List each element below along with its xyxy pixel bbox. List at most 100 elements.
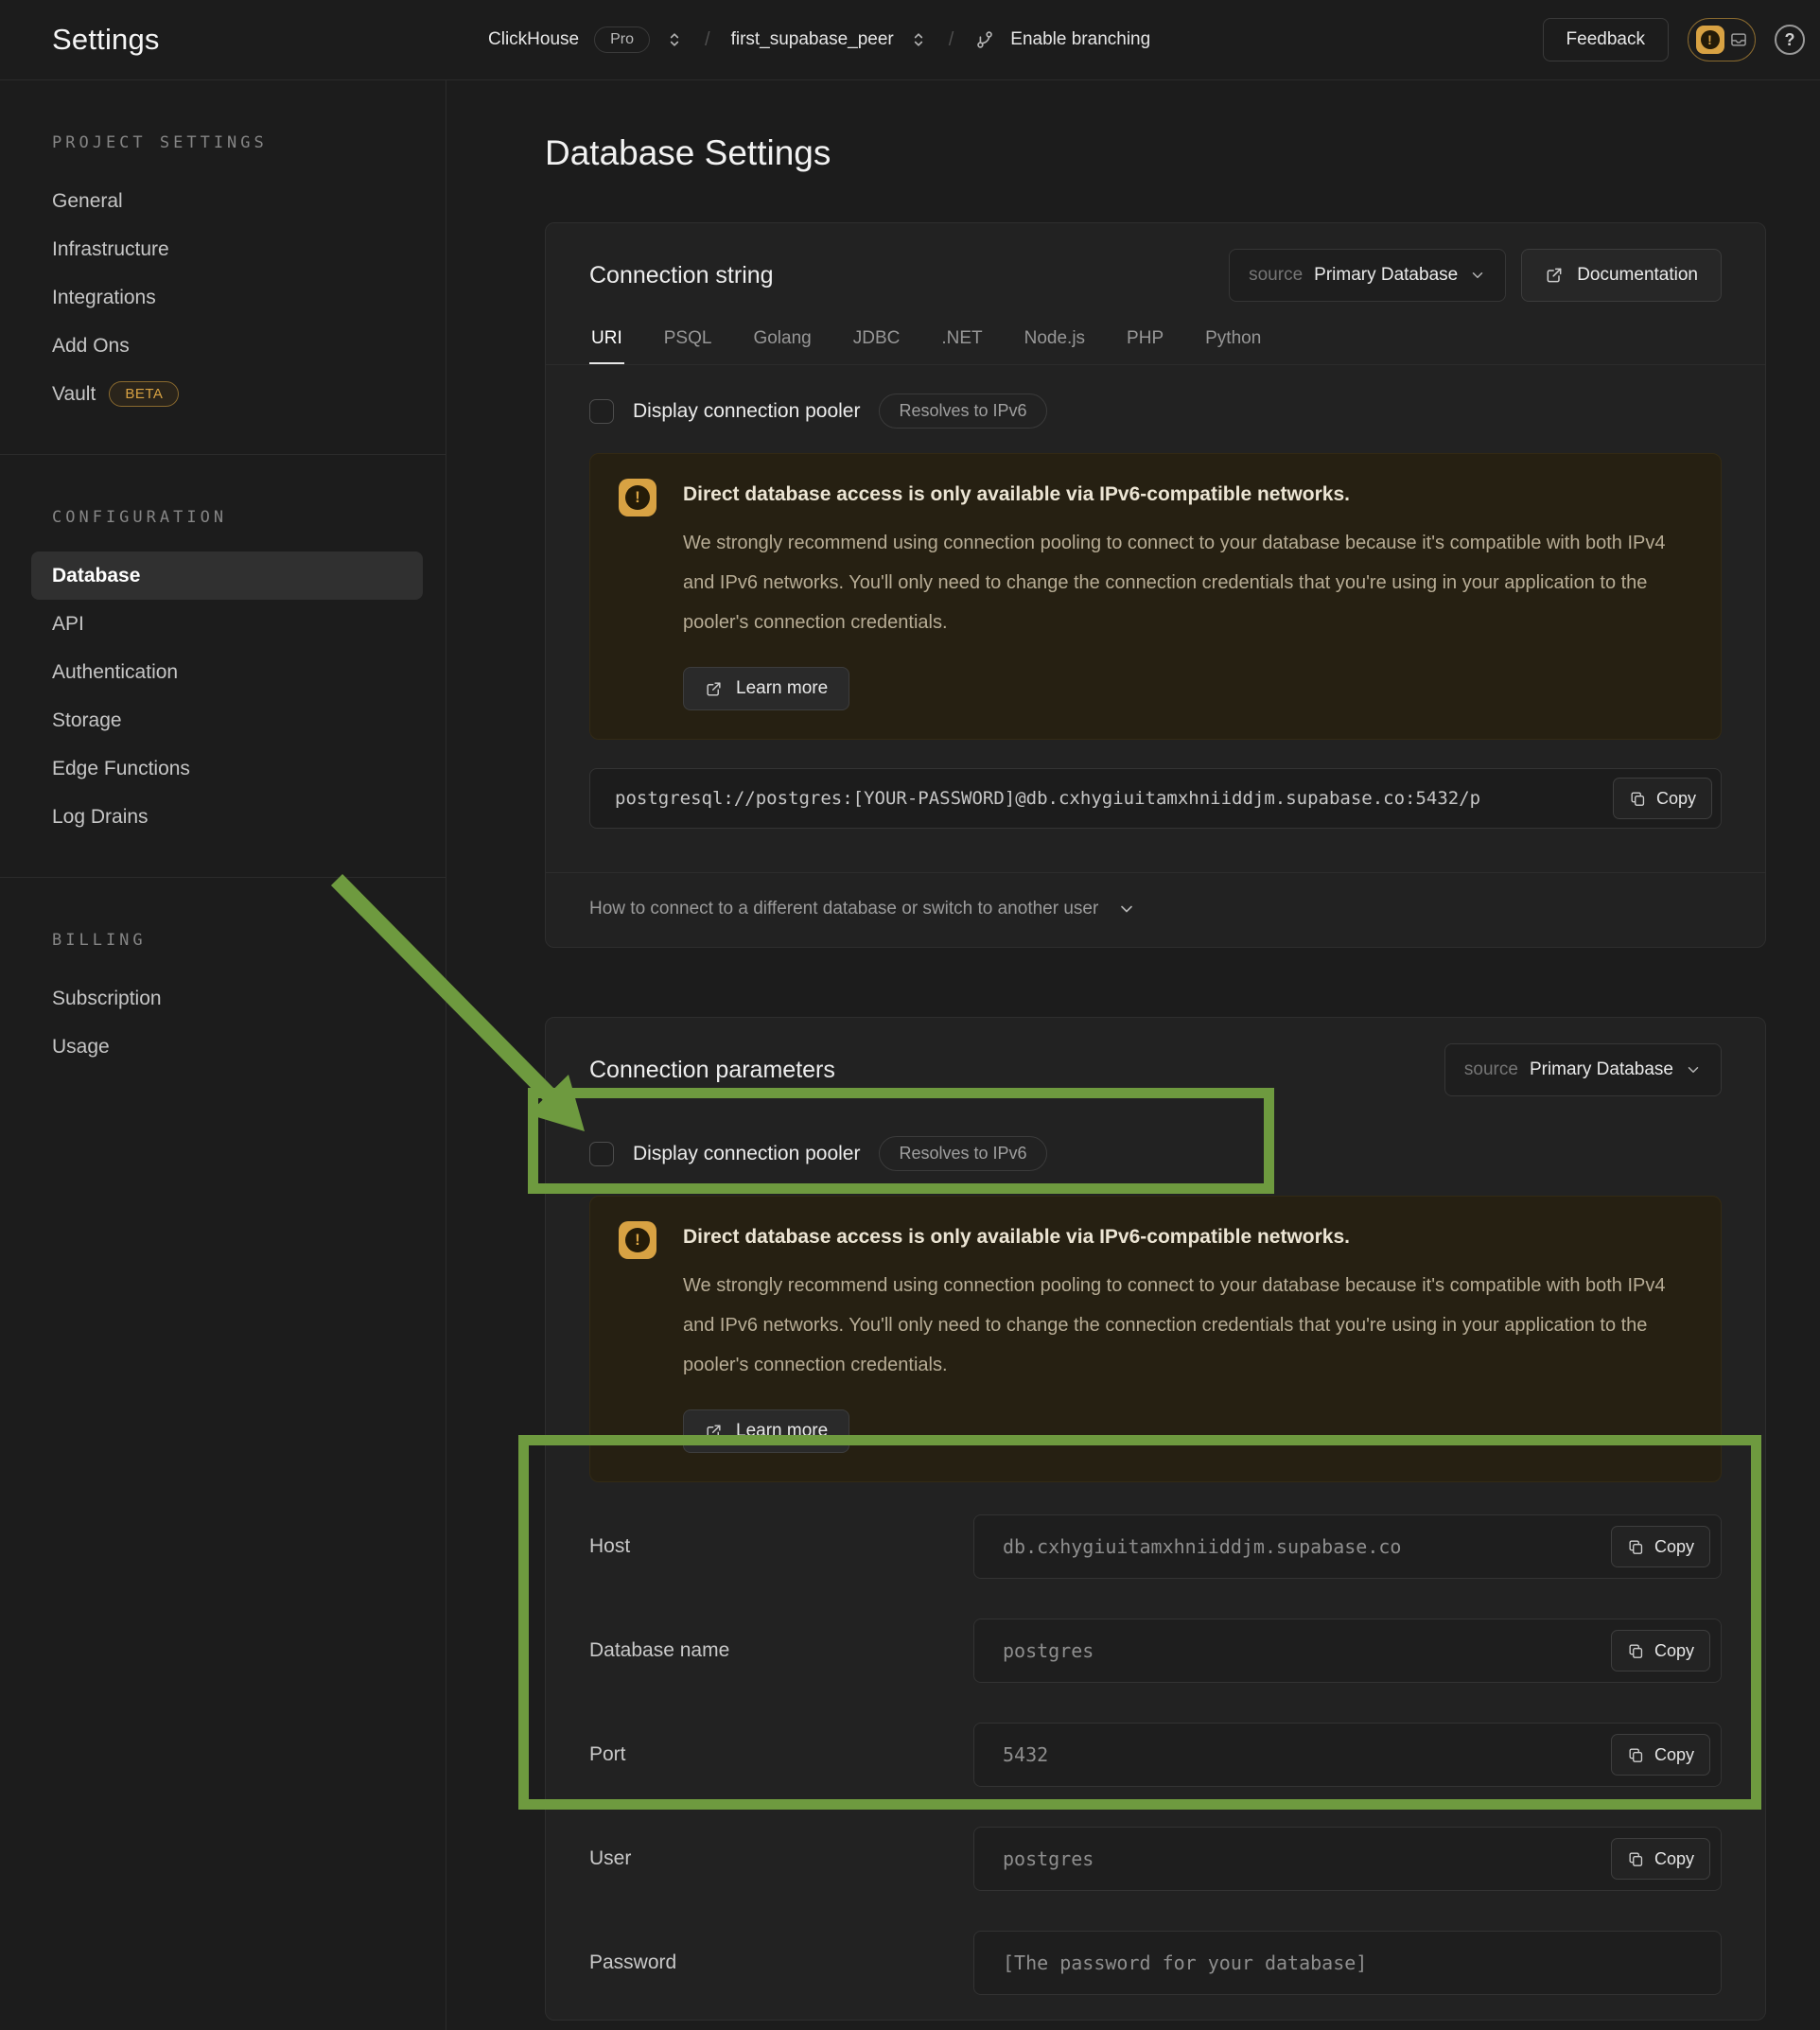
tab-php[interactable]: PHP xyxy=(1125,319,1165,364)
copy-button[interactable]: Copy xyxy=(1611,1734,1710,1776)
sidebar-item-vault[interactable]: Vault BETA xyxy=(31,370,423,418)
documentation-button[interactable]: Documentation xyxy=(1521,249,1722,302)
display-connection-pooler-checkbox[interactable] xyxy=(589,1142,614,1166)
section-title: PROJECT SETTINGS xyxy=(31,133,423,152)
section-title: BILLING xyxy=(31,931,423,950)
learn-more-button[interactable]: Learn more xyxy=(683,1409,849,1453)
database-name-field[interactable]: postgres Copy xyxy=(973,1619,1722,1683)
warning-title: Direct database access is only available… xyxy=(683,1221,1687,1249)
updown-chevron-icon[interactable] xyxy=(665,30,684,49)
chevron-down-icon xyxy=(1469,267,1486,284)
password-placeholder: [The password for your database] xyxy=(974,1951,1367,1974)
copy-icon xyxy=(1627,1642,1645,1660)
user-field[interactable]: postgres Copy xyxy=(973,1827,1722,1891)
tab-golang[interactable]: Golang xyxy=(751,319,813,364)
host-field[interactable]: db.cxhygiuitamxhniiddjm.supabase.co Copy xyxy=(973,1514,1722,1579)
external-link-icon xyxy=(1545,266,1564,285)
copy-icon xyxy=(1627,1538,1645,1556)
enable-branching-button[interactable]: Enable branching xyxy=(1010,29,1150,50)
copy-icon xyxy=(1629,790,1647,808)
alert-icon: ! xyxy=(619,1221,656,1259)
sidebar-item-api[interactable]: API xyxy=(31,600,423,648)
port-field[interactable]: 5432 Copy xyxy=(973,1723,1722,1787)
copy-button[interactable]: Copy xyxy=(1611,1838,1710,1880)
sidebar-item-integrations[interactable]: Integrations xyxy=(31,273,423,322)
copy-icon xyxy=(1627,1850,1645,1868)
card-title-connection-string: Connection string xyxy=(589,262,774,289)
resolves-to-ipv6-badge: Resolves to IPv6 xyxy=(879,394,1046,429)
source-label: source xyxy=(1249,265,1303,286)
tab-uri[interactable]: URI xyxy=(589,319,624,364)
user-label: User xyxy=(589,1847,973,1870)
sidebar-item-general[interactable]: General xyxy=(31,177,423,225)
copy-button[interactable]: Copy xyxy=(1613,778,1712,819)
beta-badge: BETA xyxy=(109,381,179,407)
database-name-label: Database name xyxy=(589,1639,973,1662)
copy-button[interactable]: Copy xyxy=(1611,1630,1710,1671)
connection-string-field[interactable]: postgresql://postgres:[YOUR-PASSWORD]@db… xyxy=(589,768,1722,829)
source-value: Primary Database xyxy=(1530,1059,1673,1080)
ipv6-warning-banner: ! Direct database access is only availab… xyxy=(589,453,1722,740)
page-title-settings: Settings xyxy=(52,23,160,56)
password-field[interactable]: [The password for your database] xyxy=(973,1931,1722,1995)
main-content: Database Settings Connection string sour… xyxy=(446,80,1820,2030)
tab-python[interactable]: Python xyxy=(1203,319,1263,364)
feedback-button[interactable]: Feedback xyxy=(1543,18,1669,61)
updown-chevron-icon[interactable] xyxy=(909,30,928,49)
app-window: Settings ClickHouse Pro / first_supabase… xyxy=(0,0,1820,2030)
breadcrumb: ClickHouse Pro / first_supabase_peer / E… xyxy=(446,26,1543,53)
warning-title: Direct database access is only available… xyxy=(683,479,1687,506)
param-row-host: Host db.cxhygiuitamxhniiddjm.supabase.co… xyxy=(589,1514,1722,1579)
sidebar-item-edge-functions[interactable]: Edge Functions xyxy=(31,744,423,793)
card-title-connection-parameters: Connection parameters xyxy=(589,1057,835,1084)
sidebar-item-infrastructure[interactable]: Infrastructure xyxy=(31,225,423,273)
inbox-icon xyxy=(1729,30,1748,49)
connection-parameters-list: Host db.cxhygiuitamxhniiddjm.supabase.co… xyxy=(546,1482,1765,2020)
sidebar-item-database[interactable]: Database xyxy=(31,551,423,600)
connection-string-card: Connection string source Primary Databas… xyxy=(545,222,1766,948)
param-row-database-name: Database name postgres Copy xyxy=(589,1619,1722,1683)
pooler-label: Display connection pooler xyxy=(633,1143,860,1165)
host-value: db.cxhygiuitamxhniiddjm.supabase.co xyxy=(974,1535,1401,1558)
settings-header: Settings xyxy=(0,23,446,57)
tab-nodejs[interactable]: Node.js xyxy=(1023,319,1087,364)
database-name-value: postgres xyxy=(974,1639,1094,1662)
help-icon[interactable]: ? xyxy=(1775,25,1805,55)
chevron-down-icon xyxy=(1685,1061,1702,1078)
host-label: Host xyxy=(589,1535,973,1558)
notifications-button[interactable]: ! xyxy=(1688,18,1756,61)
warning-body: We strongly recommend using connection p… xyxy=(683,1266,1687,1385)
display-connection-pooler-checkbox[interactable] xyxy=(589,399,614,424)
param-row-user: User postgres Copy xyxy=(589,1827,1722,1891)
connection-help-collapsible[interactable]: How to connect to a different database o… xyxy=(546,872,1765,947)
port-value: 5432 xyxy=(974,1743,1048,1766)
source-select[interactable]: source Primary Database xyxy=(1444,1043,1722,1096)
sidebar-item-storage[interactable]: Storage xyxy=(31,696,423,744)
password-label: Password xyxy=(589,1951,973,1974)
sidebar-item-usage[interactable]: Usage xyxy=(31,1023,423,1071)
tab-dotnet[interactable]: .NET xyxy=(939,319,984,364)
sidebar-item-subscription[interactable]: Subscription xyxy=(31,974,423,1023)
source-label: source xyxy=(1464,1059,1518,1080)
resolves-to-ipv6-badge: Resolves to IPv6 xyxy=(879,1136,1046,1171)
breadcrumb-org[interactable]: ClickHouse xyxy=(488,29,579,50)
source-select[interactable]: source Primary Database xyxy=(1229,249,1506,302)
breadcrumb-separator: / xyxy=(943,29,960,51)
source-value: Primary Database xyxy=(1314,265,1458,286)
sidebar-section-configuration: CONFIGURATION Database API Authenticatio… xyxy=(0,455,446,878)
tab-jdbc[interactable]: JDBC xyxy=(851,319,902,364)
sidebar-section-billing: BILLING Subscription Usage xyxy=(0,878,446,1107)
sidebar-item-log-drains[interactable]: Log Drains xyxy=(31,793,423,841)
tab-psql[interactable]: PSQL xyxy=(662,319,714,364)
breadcrumb-project[interactable]: first_supabase_peer xyxy=(731,29,894,50)
warning-body: We strongly recommend using connection p… xyxy=(683,523,1687,642)
plan-badge: Pro xyxy=(594,26,650,53)
learn-more-button[interactable]: Learn more xyxy=(683,667,849,710)
copy-button[interactable]: Copy xyxy=(1611,1526,1710,1567)
port-label: Port xyxy=(589,1743,973,1766)
sidebar-item-add-ons[interactable]: Add Ons xyxy=(31,322,423,370)
alert-icon: ! xyxy=(1696,26,1724,54)
sidebar: PROJECT SETTINGS General Infrastructure … xyxy=(0,80,446,2030)
sidebar-item-authentication[interactable]: Authentication xyxy=(31,648,423,696)
param-row-password: Password [The password for your database… xyxy=(589,1931,1722,1995)
